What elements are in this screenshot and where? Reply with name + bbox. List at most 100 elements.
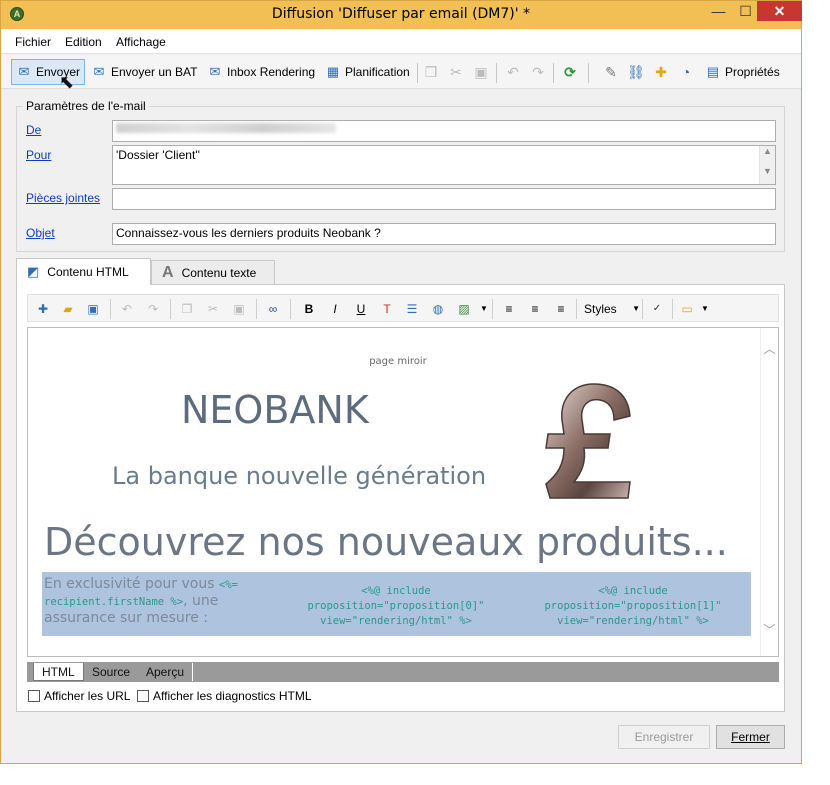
mirror-page-link[interactable]: page miroir: [28, 356, 768, 367]
include-line: proposition="proposition[1]": [544, 600, 722, 612]
bold-button[interactable]: B: [300, 300, 318, 318]
exclusivity-text: En exclusivité pour vous <%= recipient.f…: [44, 576, 284, 626]
editor-separator: [290, 299, 291, 319]
exclusivity-part1: En exclusivité pour vous: [44, 576, 219, 592]
scroll-up-icon[interactable]: ︿: [761, 340, 778, 357]
redo-icon[interactable]: ↷: [144, 300, 162, 318]
menu-fichier[interactable]: Fichier: [15, 35, 51, 49]
new-document-icon[interactable]: ✚: [34, 300, 52, 318]
tab-text-content[interactable]: A Contenu texte: [151, 260, 275, 284]
include-line: view="rendering/html" %>: [320, 615, 472, 627]
menu-edition[interactable]: Edition: [65, 35, 102, 49]
to-field[interactable]: 'Dossier 'Client'' ▲ ▼: [112, 145, 776, 185]
gauge-icon[interactable]: ◔: [677, 63, 695, 81]
copy-icon[interactable]: ❐: [178, 300, 196, 318]
scroll-up-icon[interactable]: ▲: [760, 146, 775, 156]
align-left-icon[interactable]: ≡: [500, 300, 518, 318]
styles-dropdown[interactable]: Styles ▼: [584, 299, 642, 319]
clipboard-icon: ▤: [706, 64, 720, 79]
refresh-icon[interactable]: ⟳: [561, 63, 579, 81]
paste-icon[interactable]: ▣: [230, 300, 248, 318]
title-bar[interactable]: A Diffusion 'Diffuser par email (DM7)' *…: [1, 1, 802, 29]
link-check-icon[interactable]: ⛓: [627, 63, 645, 81]
show-diagnostics-checkbox[interactable]: [137, 690, 149, 702]
show-urls-option[interactable]: Afficher les URL: [28, 689, 130, 703]
include-line: <%@ include: [598, 585, 668, 597]
cut-icon[interactable]: ✂: [204, 300, 222, 318]
paste-icon[interactable]: ▣: [472, 63, 490, 81]
tab-text-label: Contenu texte: [181, 265, 257, 280]
insert-link-icon[interactable]: ◍: [429, 300, 447, 318]
undo-icon[interactable]: ↶: [504, 63, 522, 81]
planning-button[interactable]: ▦ Planification: [321, 59, 414, 85]
chevron-down-icon: ▼: [632, 304, 640, 313]
cut-icon[interactable]: ✂: [447, 63, 465, 81]
redo-icon[interactable]: ↷: [529, 63, 547, 81]
editor-separator: [672, 299, 673, 319]
editor-separator: [170, 299, 171, 319]
attachment-icon[interactable]: ✎: [602, 63, 620, 81]
from-link[interactable]: De: [26, 123, 41, 137]
to-field-scrollbar[interactable]: ▲ ▼: [759, 146, 775, 184]
html-content-icon: ◩: [27, 264, 40, 279]
view-tab-source[interactable]: Source: [84, 663, 140, 681]
align-right-icon[interactable]: ≡: [552, 300, 570, 318]
underline-button[interactable]: U: [352, 300, 370, 318]
content-scrollbar[interactable]: ︿ ﹀: [760, 328, 778, 656]
tab-html-content[interactable]: ◩ Contenu HTML: [16, 258, 151, 285]
menu-affichage[interactable]: Affichage: [116, 35, 166, 49]
personalization-dropdown-icon[interactable]: ▼: [696, 300, 714, 318]
subject-field[interactable]: Connaissez-vous les derniers produits Ne…: [112, 223, 776, 245]
bullet-list-icon[interactable]: ☰: [403, 300, 421, 318]
window-title: Diffusion 'Diffuser par email (DM7)' *: [271, 6, 531, 22]
attachments-link[interactable]: Pièces jointes: [26, 191, 100, 205]
subject-link[interactable]: Objet: [26, 226, 55, 240]
open-folder-icon[interactable]: ▰: [59, 300, 77, 318]
scroll-down-icon[interactable]: ﹀: [761, 621, 778, 638]
show-urls-checkbox[interactable]: [28, 690, 40, 702]
text-content-icon: A: [162, 263, 174, 281]
minimize-button[interactable]: —: [705, 1, 732, 21]
mouse-cursor-icon: ⬉: [59, 72, 75, 92]
personalization-icon[interactable]: ▭: [678, 300, 696, 318]
include-line: <%@ include: [361, 585, 431, 597]
copy-icon[interactable]: ❐: [422, 63, 440, 81]
insert-image-icon[interactable]: ▨: [455, 300, 473, 318]
save-icon[interactable]: ▣: [84, 300, 102, 318]
properties-button[interactable]: ▤ Propriétés: [701, 59, 784, 85]
save-button[interactable]: Enregistrer: [618, 725, 710, 749]
to-link[interactable]: Pour: [26, 148, 51, 162]
properties-label: Propriétés: [725, 65, 780, 79]
brand-tagline: La banque nouvelle génération: [112, 462, 487, 490]
headline: Découvrez nos nouveaux produits...: [44, 520, 728, 564]
text-color-icon[interactable]: T: [378, 300, 396, 318]
editor-separator: [642, 299, 643, 319]
inbox-rendering-button[interactable]: ✉ Inbox Rendering: [203, 59, 319, 85]
close-button[interactable]: Fermer: [716, 725, 785, 749]
send-bat-button[interactable]: ✉ Envoyer un BAT: [87, 59, 201, 85]
send-bat-label: Envoyer un BAT: [111, 65, 198, 79]
email-content-editor[interactable]: page miroir NEOBANK La banque nouvelle g…: [27, 327, 779, 657]
gift-icon[interactable]: ✚: [652, 63, 670, 81]
calendar-icon: ▦: [326, 64, 340, 79]
show-diagnostics-option[interactable]: Afficher les diagnostics HTML: [137, 689, 312, 703]
find-binoculars-icon[interactable]: ∞: [264, 300, 282, 318]
attachments-field[interactable]: [112, 188, 776, 210]
blurred-sender-address: [116, 123, 336, 133]
include-line: proposition="proposition[0]": [307, 600, 485, 612]
menu-bar: Fichier Edition Affichage: [1, 30, 801, 54]
editor-toolbar: ✚ ▰ ▣ ↶ ↷ ❐ ✂ ▣ ∞ B I U T ☰ ◍ ▨ ▼ ≡ ≡ ≡ …: [27, 294, 779, 322]
editor-separator: [256, 299, 257, 319]
toolbar-separator: [588, 63, 589, 83]
view-tab-html[interactable]: HTML: [33, 663, 84, 681]
italic-button[interactable]: I: [326, 300, 344, 318]
image-dropdown-icon[interactable]: ▼: [475, 300, 493, 318]
undo-icon[interactable]: ↶: [118, 300, 136, 318]
maximize-button[interactable]: ☐: [732, 1, 759, 21]
view-tab-preview[interactable]: Aperçu: [138, 663, 194, 681]
spellcheck-icon[interactable]: ✓: [648, 300, 666, 318]
close-window-button[interactable]: ✕: [757, 1, 802, 21]
align-center-icon[interactable]: ≡: [526, 300, 544, 318]
include-proposition-0: <%@ include proposition="proposition[0]"…: [286, 584, 506, 629]
scroll-down-icon[interactable]: ▼: [760, 166, 775, 176]
